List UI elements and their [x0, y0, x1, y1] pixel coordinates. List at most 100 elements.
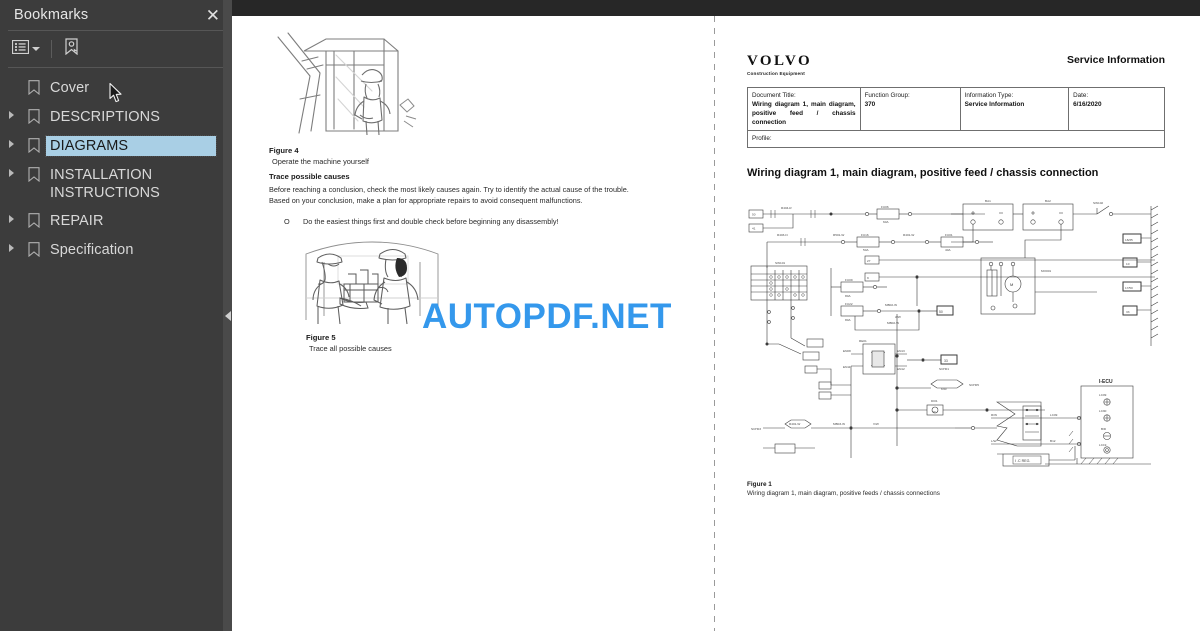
sidebar-item-label: Specification — [50, 242, 134, 258]
svg-text:FU09: FU09 — [845, 278, 853, 282]
svg-text:R401-W: R401-W — [903, 233, 914, 237]
svg-text:EN12: EN12 — [897, 367, 905, 371]
paragraph-line-2: Based on your conclusion, make a plan fo… — [269, 195, 583, 205]
svg-text:SW101: SW101 — [775, 261, 785, 265]
profile-label: Profile: — [752, 135, 772, 142]
bookmark-options-button[interactable] — [8, 37, 44, 62]
cell-date: Date: 6/16/2020 — [1068, 87, 1165, 131]
figure1-number: Figure 1 — [747, 481, 772, 488]
chevron-right-icon — [8, 215, 14, 223]
svg-text:R404-R: R404-R — [781, 206, 792, 210]
svg-text:LC09: LC09 — [1099, 393, 1107, 397]
svg-text:R501-W: R501-W — [833, 233, 844, 237]
volvo-wordmark: VOLVO — [747, 53, 813, 69]
chevron-down-icon — [32, 47, 40, 51]
figure1-caption: Wiring diagram 1, main diagram, positive… — [747, 490, 940, 497]
bullet-text: Do the easiest things first and double c… — [303, 217, 559, 226]
expand-arrow-button[interactable] — [0, 136, 22, 148]
sidebar-item-specification[interactable]: Specification — [0, 236, 232, 265]
svg-text:FU06: FU06 — [881, 205, 889, 209]
bookmarks-panel-title: Bookmarks — [14, 7, 89, 23]
operator-in-cab-illustration — [274, 21, 429, 149]
wiring-diagram-figure: M I .C REG. 50 41 R404-R FU06 60A R403-N… — [745, 196, 1167, 471]
bullet-marker: O — [284, 217, 290, 226]
volvo-logo: VOLVO Construction Equipment — [747, 53, 813, 77]
bookmarks-list: Cover DESCRIPTIONS DIAGRAMS INSTALLATION… — [0, 68, 232, 265]
svg-text:50A: 50A — [863, 248, 869, 252]
chevron-right-icon — [8, 140, 14, 148]
sidebar-item-diagrams[interactable]: DIAGRAMS — [0, 132, 232, 161]
page-right: VOLVO Construction Equipment Service Inf… — [715, 16, 1200, 631]
svg-text:EN13: EN13 — [897, 349, 905, 353]
svg-text:V/W: V/W — [873, 422, 879, 426]
chevron-right-icon — [8, 169, 14, 177]
svg-text:9: 9 — [867, 276, 869, 280]
bookmark-icon — [22, 165, 46, 182]
date-value: 6/16/2020 — [1073, 101, 1102, 108]
figure5-number: Figure 5 — [306, 333, 336, 342]
sidebar-item-label: DESCRIPTIONS — [50, 109, 160, 125]
page-left: Figure 4 Operate the machine yourself Tr… — [232, 16, 714, 631]
bookmark-icon — [22, 211, 46, 228]
svg-text:I-ECU: I-ECU — [1099, 379, 1113, 385]
svg-text:80A: 80A — [845, 294, 851, 298]
bookmark-icon — [22, 107, 46, 124]
sidebar-item-cover[interactable]: Cover — [0, 74, 232, 103]
bookmark-icon — [22, 240, 46, 257]
svg-text:60A: 60A — [883, 220, 889, 224]
svg-text:B/D: B/D — [1101, 427, 1107, 431]
expand-arrow-button[interactable] — [0, 240, 22, 252]
svg-text:R401-W: R401-W — [789, 422, 800, 426]
svg-text:41: 41 — [752, 227, 756, 231]
bullet-list-item: O Do the easiest things first and double… — [269, 217, 679, 226]
svg-text:K90: K90 — [941, 387, 947, 391]
left-page-text: Figure 4 Operate the machine yourself Tr… — [269, 145, 679, 353]
svg-text:SCH03: SCH03 — [751, 427, 761, 431]
chevron-right-icon — [8, 111, 14, 119]
pages-container: Figure 4 Operate the machine yourself Tr… — [232, 16, 1200, 631]
expand-arrow-button[interactable] — [0, 165, 22, 177]
svg-text:33: 33 — [944, 359, 948, 363]
svg-text:50: 50 — [752, 213, 756, 217]
service-information-heading: Service Information — [1066, 54, 1165, 66]
svg-text:40A: 40A — [945, 248, 951, 252]
svg-text:FU22: FU22 — [845, 302, 853, 306]
sidebar-item-label: INSTALLATION INSTRUCTIONS — [50, 167, 160, 201]
document-title-label: Document Title: — [752, 92, 796, 99]
svg-text:LC19: LC19 — [1099, 443, 1107, 447]
viewer-top-bar — [232, 0, 1200, 16]
close-icon[interactable]: ✕ — [204, 7, 222, 24]
figure5-caption: Trace all possible causes — [309, 344, 392, 353]
bookmarks-toolbar — [0, 31, 232, 103]
svg-text:MB02-W: MB02-W — [885, 303, 897, 307]
new-bookmark-icon — [63, 38, 80, 60]
figure5-caption-block: Figure 5 Trace all possible causes — [306, 332, 392, 354]
svg-text:18/35: 18/35 — [1125, 238, 1133, 242]
sidebar-item-repair[interactable]: REPAIR — [0, 207, 232, 236]
svg-text:IC: IC — [933, 410, 937, 414]
document-viewer: Figure 4 Operate the machine yourself Tr… — [232, 0, 1200, 631]
toolbar-separator — [51, 40, 52, 58]
sidebar-collapse-handle[interactable] — [223, 0, 232, 631]
svg-text:A/W: A/W — [895, 315, 901, 319]
svg-text:R/W: R/W — [991, 413, 997, 417]
sidebar-item-descriptions[interactable]: DESCRIPTIONS — [0, 103, 232, 132]
svg-text:BA1: BA1 — [985, 199, 991, 203]
information-type-label: Information Type: — [964, 92, 1014, 99]
new-bookmark-button[interactable] — [59, 35, 84, 63]
section-heading: Trace possible causes — [269, 172, 350, 181]
svg-text:27: 27 — [867, 259, 871, 263]
svg-text:FU01: FU01 — [945, 233, 953, 237]
sidebar-item-installation-instructions[interactable]: INSTALLATION INSTRUCTIONS — [0, 161, 232, 207]
sidebar-item-label: Cover — [50, 80, 90, 96]
chevron-right-icon — [8, 244, 14, 252]
document-metadata-table: Document Title: Wiring diagram 1, main d… — [747, 87, 1165, 148]
document-header: VOLVO Construction Equipment Service Inf… — [747, 53, 1165, 77]
cell-function-group: Function Group: 370 — [859, 87, 961, 131]
figure1-caption-block: Figure 1 Wiring diagram 1, main diagram,… — [747, 480, 940, 498]
bookmark-icon — [22, 78, 46, 95]
expand-arrow-button[interactable] — [0, 211, 22, 223]
figure4-caption: Operate the machine yourself — [272, 157, 369, 166]
expand-arrow-button[interactable] — [0, 107, 22, 119]
svg-text:50: 50 — [939, 310, 943, 314]
